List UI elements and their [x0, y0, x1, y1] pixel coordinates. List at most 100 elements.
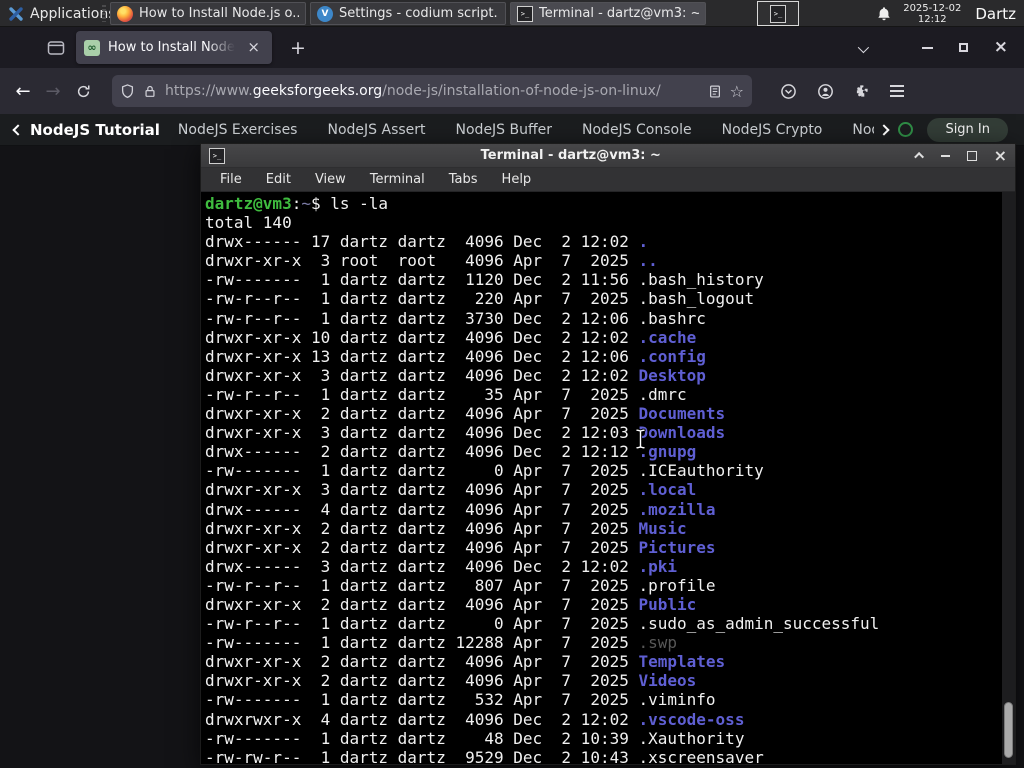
- site-nav-bar: NodeJS Tutorial NodeJS Exercises NodeJS A…: [0, 114, 1024, 146]
- scrollbar-thumb[interactable]: [1004, 702, 1013, 758]
- terminal-output[interactable]: dartz@vm3:~$ ls -la total 140 drwx------…: [201, 192, 1015, 764]
- file-name: Music: [638, 518, 687, 538]
- file-meta: -rw-r--r-- 1 dartz dartz 220 Apr 7 2025: [205, 289, 639, 309]
- extensions-puzzle-icon[interactable]: [854, 83, 870, 99]
- terminal-output-row: drwxr-xr-x 2 dartz dartz 4096 Apr 7 2025…: [205, 404, 1015, 423]
- file-meta: drwxr-xr-x 3 dartz dartz 4096 Apr 7 2025: [205, 480, 639, 500]
- file-meta: drwxr-xr-x 2 dartz dartz 4096 Apr 7 2025: [205, 594, 639, 614]
- firefox-view-icon[interactable]: [42, 34, 70, 62]
- reader-mode-icon[interactable]: [708, 84, 722, 99]
- desktop: Applications How to Install Node.js o...…: [0, 0, 1024, 768]
- panel-status-area: 2025-12-02 12:12 Dartz: [875, 0, 1024, 27]
- tray-terminal-indicator[interactable]: >_: [757, 1, 799, 26]
- taskbar-window-title: How to Install Node.js o...: [139, 6, 299, 21]
- terminal-output-row: drwxr-xr-x 2 dartz dartz 4096 Apr 7 2025…: [205, 671, 1015, 690]
- pocket-icon[interactable]: [780, 83, 797, 100]
- reload-button[interactable]: [68, 76, 98, 106]
- close-button[interactable]: ×: [994, 147, 1007, 164]
- taskbar-window-title: Terminal - dartz@vm3: ~: [539, 6, 699, 21]
- lock-icon[interactable]: [143, 84, 157, 99]
- menu-edit[interactable]: Edit: [255, 170, 302, 189]
- bookmark-star-icon[interactable]: ☆: [730, 82, 744, 101]
- file-meta: drwxr-xr-x 3 dartz dartz 4096 Dec 2 12:0…: [205, 423, 639, 443]
- menu-file[interactable]: File: [209, 170, 253, 189]
- menu-view[interactable]: View: [304, 170, 357, 189]
- tracking-shield-icon[interactable]: [120, 83, 135, 99]
- site-nav-item[interactable]: NodeJS Exercises: [178, 122, 298, 138]
- forward-button: →: [45, 80, 61, 102]
- maximize-button[interactable]: [958, 43, 968, 52]
- terminal-output-row: -rw-r--r-- 1 dartz dartz 0 Apr 7 2025 .s…: [205, 614, 1015, 633]
- url-text: https://www.geeksforgeeks.org/node-js/in…: [165, 83, 661, 99]
- browser-tab-bar: ∞ How to Install Node.js on × + ×: [0, 27, 1024, 68]
- sign-in-button[interactable]: Sign In: [927, 117, 1008, 142]
- file-name: .viminfo: [638, 690, 716, 710]
- terminal-icon: >_: [517, 5, 533, 22]
- site-nav-item[interactable]: NodeJS Assert: [327, 122, 425, 138]
- file-name: .dmrc: [638, 384, 687, 404]
- file-name: .cache: [638, 327, 697, 347]
- menu-tabs[interactable]: Tabs: [438, 170, 489, 189]
- maximize-button[interactable]: [966, 150, 977, 161]
- notifications-bell-icon[interactable]: [875, 5, 893, 23]
- file-name: ..: [638, 251, 658, 271]
- file-name: Public: [638, 594, 697, 614]
- site-nav-item[interactable]: NodeJS Console: [582, 122, 692, 138]
- file-meta: drwxr-xr-x 2 dartz dartz 4096 Apr 7 2025: [205, 652, 639, 672]
- file-meta: -rw------- 1 dartz dartz 532 Apr 7 2025: [205, 690, 639, 710]
- terminal-output-row: drwxr-xr-x 3 dartz dartz 4096 Apr 7 2025…: [205, 480, 1015, 499]
- taskbar-window-terminal[interactable]: >_ Terminal - dartz@vm3: ~: [510, 2, 706, 25]
- panel-clock[interactable]: 2025-12-02 12:12: [903, 3, 961, 25]
- browser-window-controls: ×: [921, 39, 1008, 56]
- search-icon[interactable]: [898, 122, 914, 137]
- url-bar[interactable]: https://www.geeksforgeeks.org/node-js/in…: [112, 75, 752, 107]
- file-meta: drwx------ 17 dartz dartz 4096 Dec 2 12:…: [205, 232, 639, 252]
- file-name: .sudo_as_admin_successful: [638, 614, 880, 634]
- close-button[interactable]: ×: [994, 39, 1008, 56]
- taskbar-window-vscodium[interactable]: V Settings - codium script...: [310, 2, 506, 25]
- new-tab-button[interactable]: +: [282, 37, 314, 59]
- file-meta: -rw------- 1 dartz dartz 48 Dec 2 10:39: [205, 728, 639, 748]
- tab-close-icon[interactable]: ×: [243, 38, 264, 57]
- window-taskbar: How to Install Node.js o... V Settings - c…: [110, 2, 706, 25]
- file-name: .local: [638, 480, 697, 500]
- site-nav-active-item[interactable]: NodeJS Tutorial: [30, 121, 160, 139]
- terminal-output-row: drwx------ 4 dartz dartz 4096 Apr 7 2025…: [205, 500, 1015, 519]
- terminal-output-row: -rw-r--r-- 1 dartz dartz 220 Apr 7 2025 …: [205, 289, 1015, 308]
- terminal-output-row: drwxr-xr-x 3 root root 4096 Apr 7 2025 .…: [205, 251, 1015, 270]
- file-name: Pictures: [638, 537, 716, 557]
- taskbar-window-firefox[interactable]: How to Install Node.js o...: [110, 2, 306, 25]
- terminal-title: Terminal - dartz@vm3: ~: [480, 148, 661, 163]
- browser-tab-active[interactable]: ∞ How to Install Node.js on ×: [76, 31, 272, 64]
- account-icon[interactable]: [817, 83, 834, 100]
- terminal-output-row: -rw-rw-r-- 1 dartz dartz 9529 Dec 2 10:4…: [205, 748, 1015, 764]
- minimize-button[interactable]: [940, 154, 950, 157]
- terminal-output-row: drwxr-xr-x 3 dartz dartz 4096 Dec 2 12:0…: [205, 423, 1015, 442]
- file-name: .swp: [638, 633, 678, 653]
- menu-terminal[interactable]: Terminal: [359, 170, 436, 189]
- terminal-scrollbar[interactable]: [1002, 192, 1015, 764]
- chevron-right-icon[interactable]: [878, 123, 891, 136]
- terminal-output-row: drwxr-xr-x 13 dartz dartz 4096 Dec 2 12:…: [205, 347, 1015, 366]
- chevron-left-icon[interactable]: [12, 123, 24, 136]
- file-meta: drwxr-xr-x 3 dartz dartz 4096 Dec 2 12:0…: [205, 365, 639, 385]
- terminal-output-row: -rw-r--r-- 1 dartz dartz 807 Apr 7 2025 …: [205, 576, 1015, 595]
- list-all-tabs-chevron-icon[interactable]: [857, 38, 869, 57]
- terminal-title-bar[interactable]: >_ Terminal - dartz@vm3: ~ ×: [201, 144, 1015, 168]
- file-meta: -rw------- 1 dartz dartz 0 Apr 7 2025: [205, 461, 639, 481]
- file-name: .gnupg: [638, 442, 697, 462]
- mouse-cursor-ibeam: [635, 428, 646, 450]
- site-nav-item[interactable]: NodeJS DNS: [852, 122, 874, 138]
- file-name: .bash_history: [638, 270, 764, 290]
- file-meta: drwx------ 4 dartz dartz 4096 Apr 7 2025: [205, 499, 639, 519]
- site-nav-item[interactable]: NodeJS Buffer: [456, 122, 553, 138]
- menu-hamburger-icon[interactable]: [890, 85, 904, 97]
- minimize-button[interactable]: [921, 46, 933, 49]
- menu-help[interactable]: Help: [491, 170, 543, 189]
- back-button[interactable]: ←: [8, 76, 38, 106]
- firefox-icon: [117, 5, 133, 22]
- file-name: .config: [638, 346, 706, 366]
- site-nav-item[interactable]: NodeJS Crypto: [722, 122, 823, 138]
- applications-menu-icon: [8, 6, 24, 22]
- file-meta: drwx------ 2 dartz dartz 4096 Dec 2 12:1…: [205, 442, 639, 462]
